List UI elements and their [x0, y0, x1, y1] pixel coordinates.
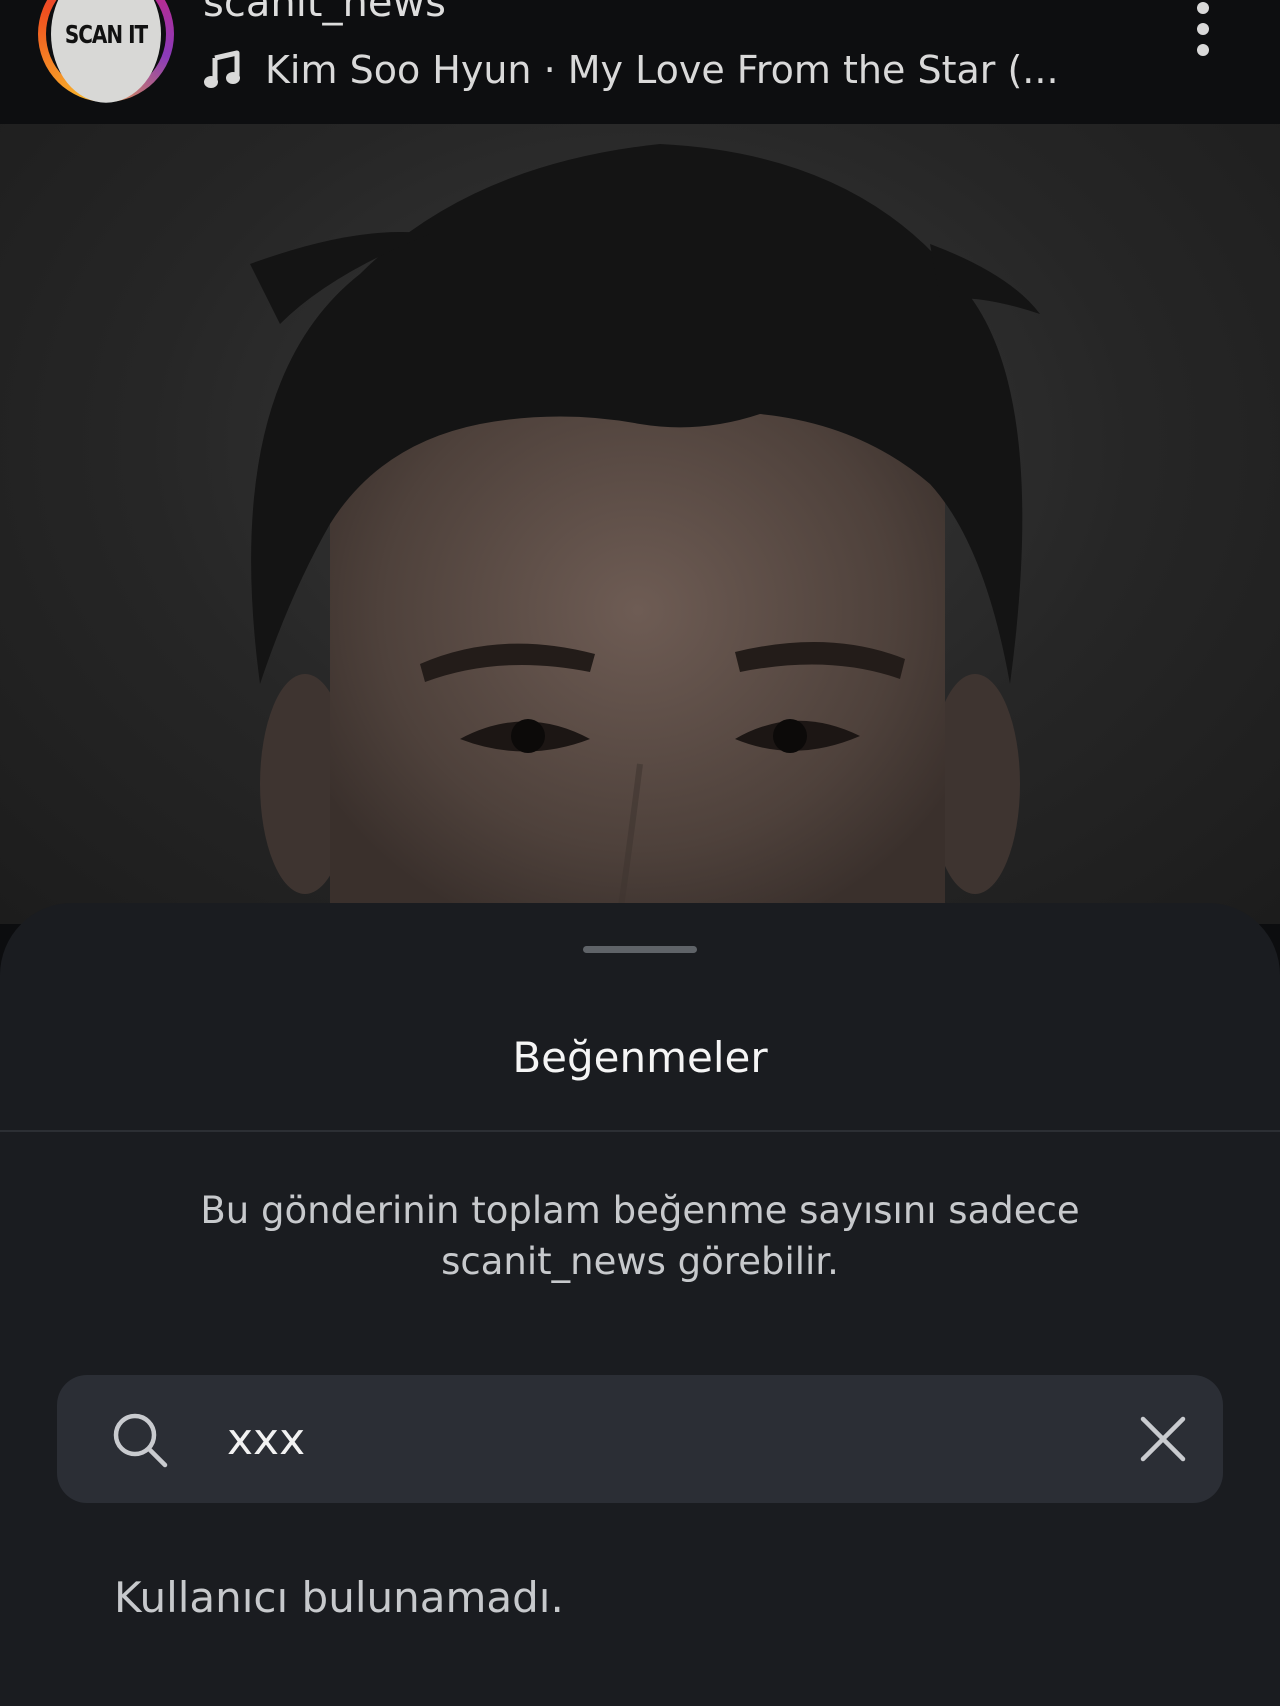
post-photo: [0, 124, 1280, 924]
post-header: SCAN IT scanit_news Kim Soo Hyun · My Lo…: [0, 0, 1280, 124]
avatar-logo: SCAN IT: [51, 0, 161, 103]
search-icon: [113, 1413, 168, 1468]
more-vertical-icon[interactable]: [1190, 2, 1216, 66]
music-note-icon: [204, 50, 240, 88]
close-icon[interactable]: [1137, 1413, 1189, 1465]
search-bar[interactable]: [57, 1375, 1223, 1503]
likes-sheet: Beğenmeler Bu gönderinin toplam beğenme …: [0, 903, 1280, 1706]
no-results-message: Kullanıcı bulunamadı.: [114, 1573, 564, 1622]
divider: [0, 1130, 1280, 1132]
like-count-privacy-note: Bu gönderinin toplam beğenme sayısını sa…: [200, 1189, 1080, 1283]
avatar[interactable]: SCAN IT: [38, 0, 174, 103]
username[interactable]: scanit_news: [203, 0, 446, 26]
music-info[interactable]: Kim Soo Hyun · My Love From the Star (..…: [203, 48, 1059, 92]
sheet-drag-handle[interactable]: [583, 946, 697, 953]
search-input[interactable]: [227, 1403, 1107, 1475]
avatar-frame: SCAN IT: [46, 0, 166, 103]
music-label: Kim Soo Hyun · My Love From the Star (..…: [265, 48, 1059, 92]
sheet-title: Beğenmeler: [512, 1033, 768, 1082]
portrait-image: [250, 144, 1040, 924]
